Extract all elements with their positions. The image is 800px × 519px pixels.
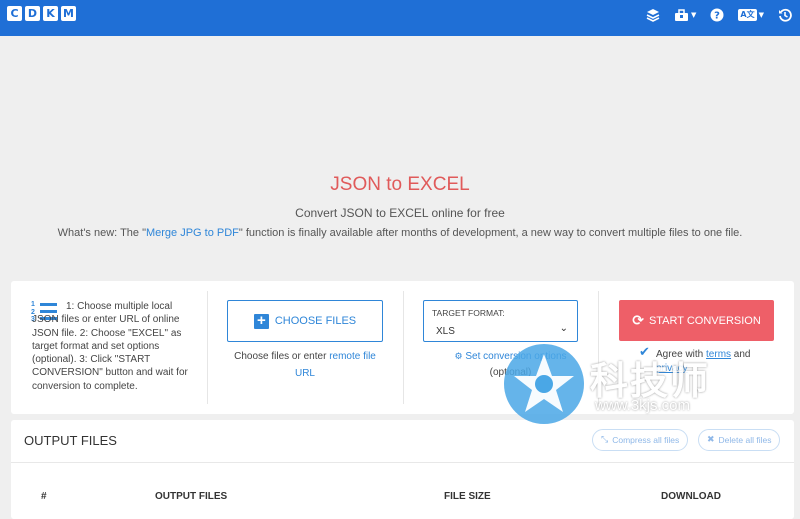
divider [11,462,794,463]
column-header-index: # [41,491,47,502]
language-menu[interactable]: A文 ▼ [738,9,764,21]
page-subtitle: Convert JSON to EXCEL online for free [295,206,505,220]
toolbox-menu[interactable]: ▼ [674,8,697,22]
svg-text:?: ? [715,11,721,22]
target-format-value: XLS [436,326,455,337]
column-divider [403,291,404,404]
choose-files-label: CHOOSE FILES [274,315,357,327]
layers-icon[interactable] [646,8,660,22]
chevron-down-icon: ⌄ [559,323,568,334]
choose-files-hint: Choose files or enter remote file URL [225,348,385,382]
whats-new-prefix: What's new: The " [57,227,146,239]
compress-all-files-button[interactable]: ⤡ Compress all files [592,429,689,451]
output-files-title: OUTPUT FILES [24,433,117,448]
choose-hint-prefix: Choose files or enter [234,351,330,362]
toolbox-icon [675,8,689,21]
logo-letter-c: C [7,6,22,21]
history-icon[interactable] [778,8,792,22]
output-files-panel: OUTPUT FILES ⤡ Compress all files ✖ Dele… [11,420,794,519]
translate-icon: A文 [738,9,757,21]
whats-new-suffix: " function is finally available after mo… [238,227,743,239]
close-icon: ✖ [707,435,715,445]
site-logo[interactable]: C D K M [7,6,76,21]
gear-icon: ⚙ [454,352,463,362]
merge-jpg-to-pdf-link[interactable]: Merge JPG to PDF [146,227,239,239]
start-conversion-label: START CONVERSION [648,314,761,327]
compress-all-files-label: Compress all files [612,435,680,445]
chevron-down-icon: ▼ [758,11,764,19]
column-header-output-files: OUTPUT FILES [155,491,228,502]
delete-all-files-button[interactable]: ✖ Delete all files [698,429,781,451]
agree-and: and [731,349,751,360]
star-icon [514,354,574,412]
help-icon[interactable]: ? [710,8,724,22]
plus-icon: + [253,313,269,329]
delete-all-files-label: Delete all files [718,435,772,445]
top-navigation-bar: C D K M ▼ ? A文 ▼ [0,0,800,36]
chevron-down-icon: ▼ [691,11,697,19]
start-conversion-button[interactable]: ⟳ START CONVERSION [619,300,774,341]
column-header-download: DOWNLOAD [661,491,721,502]
logo-letter-k: K [43,6,58,21]
logo-letter-m: M [61,6,76,21]
choose-files-button[interactable]: + CHOOSE FILES [227,300,383,342]
page-title: JSON to EXCEL [330,174,470,195]
conversion-steps: 1: Choose multiple local JSON files or e… [32,301,188,392]
whats-new-notice: What's new: The "Merge JPG to PDF" funct… [0,227,800,239]
top-icon-group: ▼ ? A文 ▼ [646,8,792,22]
logo-letter-d: D [25,6,40,21]
column-header-file-size: FILE SIZE [444,491,491,502]
watermark-url: www.3kjs.com [595,397,691,414]
sync-icon: ⟳ [632,312,644,329]
compress-icon: ⤡ [601,435,609,445]
target-format-select[interactable]: TARGET FORMAT: XLS ⌄ [423,300,578,342]
column-divider [207,291,208,404]
target-format-label: TARGET FORMAT: [432,308,505,318]
